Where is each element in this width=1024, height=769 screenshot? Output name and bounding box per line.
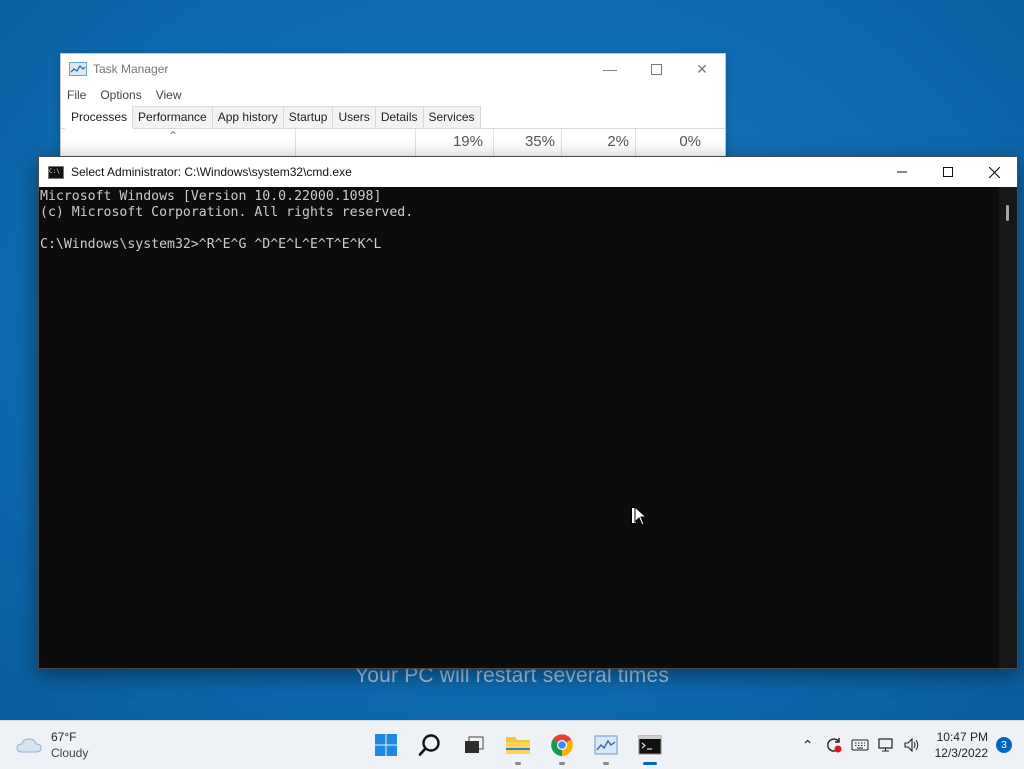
tab-app-history[interactable]: App history [211, 106, 284, 128]
menu-view[interactable]: View [156, 88, 182, 102]
cmd-icon [638, 735, 662, 755]
column-divider [493, 129, 494, 157]
task-manager-titlebar[interactable]: Task Manager — ✕ [61, 54, 725, 84]
minimize-icon: — [603, 61, 617, 77]
chrome-button[interactable] [540, 721, 584, 769]
tab-startup[interactable]: Startup [282, 106, 334, 128]
console-scrollbar[interactable] [999, 187, 1017, 668]
process-column-header: ⌃ 19% 35% 2% 0% [61, 129, 725, 157]
cmd-title: Select Administrator: C:\Windows\system3… [71, 165, 352, 179]
console-line: Microsoft Windows [Version 10.0.22000.10… [40, 189, 382, 204]
search-icon [418, 734, 440, 756]
task-manager-menubar: File Options View [61, 84, 725, 106]
cmd-maximize-button[interactable] [925, 157, 971, 187]
minimize-icon [897, 171, 907, 173]
tab-performance[interactable]: Performance [132, 106, 213, 128]
mouse-pointer-icon [634, 506, 648, 526]
console-prompt-line: C:\Windows\system32>^R^E^G ^D^E^L^E^T^E^… [40, 237, 382, 252]
task-view-icon [465, 736, 484, 753]
file-explorer-button[interactable] [496, 721, 540, 769]
sort-chevron-up-icon[interactable]: ⌃ [168, 129, 178, 143]
weather-widget[interactable]: 67°F Cloudy [16, 729, 88, 761]
memory-percent[interactable]: 35% [511, 133, 555, 150]
start-button[interactable] [364, 721, 408, 769]
network-percent[interactable]: 0% [661, 133, 701, 150]
volume-button[interactable] [899, 737, 925, 753]
minimize-button[interactable]: — [587, 54, 633, 84]
maximize-icon [650, 63, 662, 75]
task-manager-taskbar-button[interactable] [584, 721, 628, 769]
console-line: (c) Microsoft Corporation. All rights re… [40, 205, 414, 220]
task-view-button[interactable] [452, 721, 496, 769]
cmd-titlebar[interactable]: C:\ Select Administrator: C:\Windows\sys… [39, 157, 1017, 187]
weather-condition: Cloudy [51, 746, 89, 760]
running-indicator [515, 762, 521, 765]
cmd-minimize-button[interactable] [879, 157, 925, 187]
notification-badge[interactable]: 3 [996, 737, 1012, 753]
task-manager-app-icon [69, 62, 87, 76]
active-indicator [643, 762, 657, 765]
weather-temp: 67°F [51, 730, 77, 744]
tab-processes[interactable]: Processes [65, 106, 134, 130]
task-manager-icon [594, 735, 618, 755]
tab-services[interactable]: Services [422, 106, 481, 128]
task-manager-tabs: Processes Performance App history Startu… [61, 106, 725, 130]
chrome-icon [551, 734, 573, 756]
clock[interactable]: 10:47 PM 12/3/2022 [935, 729, 988, 761]
tab-users[interactable]: Users [332, 106, 376, 128]
clock-time: 10:47 PM [936, 730, 988, 744]
column-divider [561, 129, 562, 157]
cmd-close-button[interactable] [971, 157, 1017, 187]
taskbar-apps [364, 721, 672, 769]
clock-date: 12/3/2022 [934, 746, 988, 760]
update-status-button[interactable] [821, 736, 847, 754]
running-indicator [603, 762, 609, 765]
cmd-taskbar-button[interactable] [628, 721, 672, 769]
running-indicator [559, 762, 565, 765]
system-tray: ⌃ 10:47 PM 12/3/2022 3 [795, 721, 1024, 769]
close-icon [988, 166, 1000, 178]
disk-percent[interactable]: 2% [581, 133, 629, 150]
task-manager-window[interactable]: Task Manager — ✕ File Options View Proce… [60, 53, 726, 163]
keyboard-button[interactable] [847, 738, 873, 752]
taskbar: 67°F Cloudy ⌃ 10:47 PM 12/3/2022 3 [0, 720, 1024, 769]
sync-alert-icon [826, 738, 842, 753]
column-divider [635, 129, 636, 157]
cmd-window[interactable]: C:\ Select Administrator: C:\Windows\sys… [38, 156, 1018, 669]
maximize-button[interactable] [633, 54, 679, 84]
cloud-icon [16, 738, 42, 753]
file-explorer-icon [506, 737, 530, 754]
column-divider [295, 129, 296, 157]
task-manager-title: Task Manager [93, 62, 169, 76]
network-icon [878, 738, 893, 752]
speaker-icon [904, 737, 918, 753]
keyboard-icon [851, 739, 869, 751]
cpu-percent[interactable]: 19% [441, 133, 483, 150]
search-button[interactable] [408, 721, 452, 769]
scrollbar-thumb[interactable] [1006, 205, 1009, 221]
maximize-icon [943, 167, 953, 177]
show-hidden-icons-button[interactable]: ⌃ [795, 737, 821, 754]
menu-options[interactable]: Options [100, 88, 141, 102]
menu-file[interactable]: File [67, 88, 86, 102]
network-button[interactable] [873, 737, 899, 753]
chevron-up-icon: ⌃ [801, 736, 814, 753]
cmd-app-icon: C:\ [48, 165, 64, 179]
column-divider [415, 129, 416, 157]
start-icon [375, 734, 397, 756]
tab-details[interactable]: Details [374, 106, 424, 128]
close-icon: ✕ [696, 60, 708, 77]
console-output[interactable]: Microsoft Windows [Version 10.0.22000.10… [39, 187, 999, 668]
close-button[interactable]: ✕ [679, 54, 725, 84]
